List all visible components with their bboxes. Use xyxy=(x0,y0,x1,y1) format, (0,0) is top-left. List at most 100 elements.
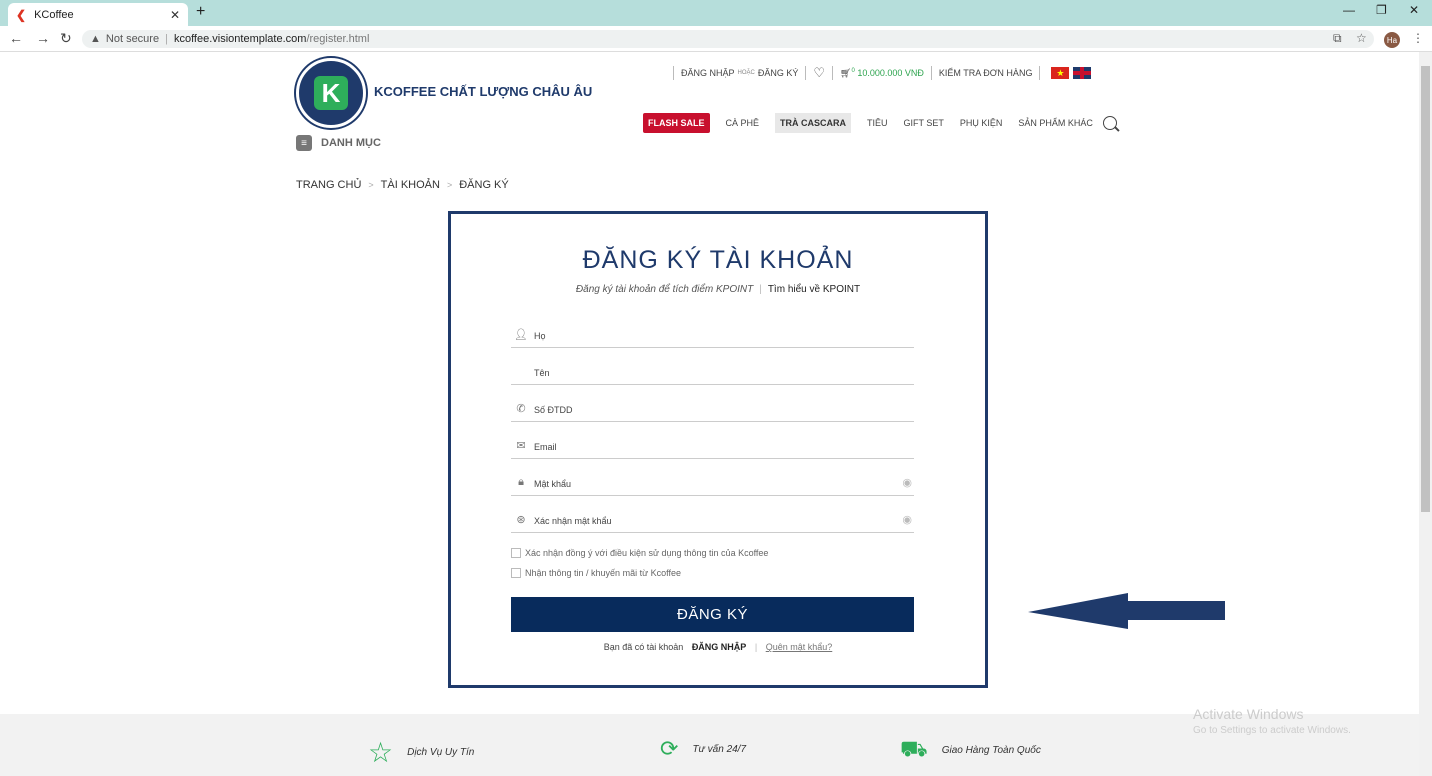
kpoint-learn-link[interactable]: Tìm hiểu về KPOINT xyxy=(768,284,860,295)
menu-dots-icon[interactable]: ⋮ xyxy=(1412,31,1424,45)
order-check-link[interactable]: KIỂM TRA ĐƠN HÀNG xyxy=(939,68,1033,78)
search-icon[interactable] xyxy=(1103,116,1117,130)
feature-label: Dịch Vụ Uy Tín xyxy=(407,747,475,758)
phone-field[interactable]: ✆ Số ĐTDD xyxy=(511,385,914,422)
star-icon[interactable]: ☆ xyxy=(1356,31,1367,45)
url-path: /register.html xyxy=(306,33,370,45)
divider: | xyxy=(754,642,758,652)
cart-icon: 🛒︎ xyxy=(840,67,852,78)
eye-icon[interactable]: ◉ xyxy=(902,476,912,489)
brand-name[interactable]: KCOFFEE CHẤT LƯỢNG CHÂU ÂU xyxy=(374,84,592,99)
back-icon[interactable]: ← xyxy=(9,30,23,46)
browser-tab[interactable]: ❮ KCoffee ✕ xyxy=(8,3,188,26)
nav-accessories[interactable]: PHỤ KIỆN xyxy=(960,118,1003,128)
feature-label: Tư vấn 24/7 xyxy=(692,743,747,755)
register-submit-button[interactable]: ĐĂNG KÝ xyxy=(511,597,914,632)
last-name-field[interactable]: 👤︎ Họ xyxy=(511,311,914,348)
first-name-placeholder: Tên xyxy=(534,368,550,378)
nav-coffee[interactable]: CÀ PHÊ xyxy=(726,118,760,128)
restore-icon[interactable]: ❐ xyxy=(1376,3,1387,17)
password-placeholder: Mật khẩu xyxy=(534,479,572,489)
feature-delivery: ⛟ Giao Hàng Toàn Quốc xyxy=(900,736,1041,765)
windows-activation-watermark: Activate Windows Go to Settings to activ… xyxy=(1193,706,1351,736)
watermark-line2: Go to Settings to activate Windows. xyxy=(1193,725,1351,736)
warning-icon: ▲ xyxy=(90,33,101,45)
register-link[interactable]: ĐĂNG KÝ xyxy=(758,68,799,78)
nav-pepper[interactable]: TIÊU xyxy=(867,118,888,128)
breadcrumb-home[interactable]: TRANG CHỦ xyxy=(296,179,361,191)
cart-count: 0 xyxy=(851,67,855,74)
checkbox-box[interactable] xyxy=(511,548,521,558)
favicon-icon: ❮ xyxy=(16,7,27,22)
checkbox-box[interactable] xyxy=(511,568,521,578)
user-icon: 👤︎ xyxy=(514,329,528,341)
category-menu-label: DANH MỤC xyxy=(321,137,381,149)
last-name-placeholder: Họ xyxy=(534,331,546,341)
first-name-field[interactable]: Tên xyxy=(511,348,914,385)
key-icon: ⊛ xyxy=(516,514,526,526)
divider xyxy=(832,66,834,80)
email-placeholder: Email xyxy=(534,442,557,452)
close-icon[interactable]: ✕ xyxy=(170,8,180,22)
forward-icon[interactable]: → xyxy=(36,30,50,46)
terms-checkbox[interactable]: Xác nhận đồng ý với điều kiện sử dụng th… xyxy=(511,548,768,558)
translate-icon[interactable]: ⧉ xyxy=(1333,31,1342,46)
password-confirm-field[interactable]: ⊛ Xác nhận mật khẩu ◉ xyxy=(511,496,914,533)
heart-icon[interactable]: ♡ xyxy=(813,65,825,81)
form-footer: Bạn đã có tài khoản ĐĂNG NHẬP | Quên mật… xyxy=(451,642,985,652)
or-label: HOẶC xyxy=(737,70,755,76)
scrollbar-thumb[interactable] xyxy=(1421,66,1430,512)
category-menu-button[interactable]: ≡ DANH MỤC xyxy=(296,135,381,151)
login-link[interactable]: ĐĂNG NHẬP xyxy=(681,68,735,78)
close-window-icon[interactable]: ✕ xyxy=(1409,3,1419,17)
vietnam-flag-icon[interactable]: ★ xyxy=(1051,67,1070,79)
nav-other-products[interactable]: SẢN PHẨM KHÁC xyxy=(1018,118,1093,128)
new-tab-icon[interactable]: + xyxy=(196,3,205,21)
breadcrumb-account[interactable]: TÀI KHOẢN xyxy=(381,179,440,191)
cart-link[interactable]: 🛒︎0 10.000.000 VNĐ xyxy=(840,68,924,79)
chevron-right-icon: > xyxy=(446,180,453,190)
divider xyxy=(673,66,674,80)
feature-support: ⟳ Tư vấn 24/7 xyxy=(660,736,746,762)
breadcrumb-register: ĐĂNG KÝ xyxy=(459,179,509,191)
site-logo[interactable]: K xyxy=(296,58,366,128)
clock-24-icon: ⟳ xyxy=(660,736,679,761)
watermark-line1: Activate Windows xyxy=(1193,706,1304,722)
nav-flash-sale[interactable]: FLASH SALE xyxy=(643,113,710,133)
delivery-truck-icon: ⛟ xyxy=(900,736,928,761)
reload-icon[interactable]: ↻ xyxy=(60,30,72,47)
kpoint-note: Đăng ký tài khoản để tích điểm KPOINT xyxy=(575,284,754,295)
envelope-icon: ✉ xyxy=(516,440,526,452)
phone-icon: ✆ xyxy=(516,403,526,415)
security-status: Not secure xyxy=(105,33,160,45)
browser-tab-bar: ❮ KCoffee ✕ + — ❐ ✕ xyxy=(0,0,1432,26)
cart-total: 10.000.000 VNĐ xyxy=(857,67,924,78)
nav-gift-set[interactable]: GIFT SET xyxy=(904,118,944,128)
feature-label: Giao Hàng Toàn Quốc xyxy=(941,745,1041,756)
arrow-annotation-icon xyxy=(1028,593,1225,629)
forgot-password-link[interactable]: Quên mật khẩu? xyxy=(766,642,833,652)
email-field[interactable]: ✉ Email xyxy=(511,422,914,459)
minimize-icon[interactable]: — xyxy=(1343,3,1355,17)
main-nav: FLASH SALE CÀ PHÊ TRÀ CASCARA TIÊU GIFT … xyxy=(643,113,1109,133)
url-separator: | xyxy=(165,33,168,45)
nav-cascara-tea[interactable]: TRÀ CASCARA xyxy=(775,113,852,133)
hamburger-icon: ≡ xyxy=(296,135,312,151)
uk-flag-icon[interactable] xyxy=(1073,67,1092,79)
logo-k-icon: K xyxy=(314,76,348,110)
password-field[interactable]: 🔒︎ Mật khẩu ◉ xyxy=(511,459,914,496)
profile-avatar[interactable]: Ha xyxy=(1384,32,1400,48)
star-outline-icon: ☆ xyxy=(368,737,394,768)
newsletter-label: Nhận thông tin / khuyến mãi từ Kcoffee xyxy=(525,568,681,578)
register-form: ĐĂNG KÝ TÀI KHOẢN Đăng ký tài khoản để t… xyxy=(448,211,988,688)
footer-login-link[interactable]: ĐĂNG NHẬP xyxy=(692,642,747,652)
top-utility-bar: ĐĂNG NHẬP HOẶC ĐĂNG KÝ ♡ 🛒︎0 10.000.000 … xyxy=(666,64,1092,82)
newsletter-checkbox[interactable]: Nhận thông tin / khuyến mãi từ Kcoffee xyxy=(511,568,681,578)
divider xyxy=(805,66,807,80)
url-input[interactable]: ▲ Not secure | kcoffee.visiontemplate.co… xyxy=(82,30,1374,48)
phone-placeholder: Số ĐTDD xyxy=(534,405,573,415)
password-confirm-placeholder: Xác nhận mật khẩu xyxy=(534,516,612,526)
eye-icon[interactable]: ◉ xyxy=(902,513,912,526)
address-bar: ← → ↻ ▲ Not secure | kcoffee.visiontempl… xyxy=(0,26,1432,52)
form-title: ĐĂNG KÝ TÀI KHOẢN xyxy=(582,246,854,274)
